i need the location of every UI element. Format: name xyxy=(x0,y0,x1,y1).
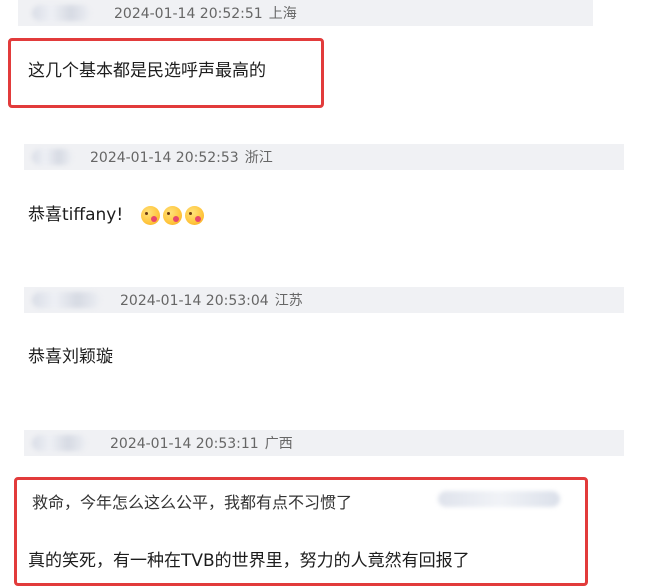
comment-timestamp: 2024-01-14 20:52:53 xyxy=(90,150,239,166)
kiss-face-icon xyxy=(184,205,204,225)
comment-header: 2024-01-14 20:53:11 广西 xyxy=(24,430,624,456)
kiss-face-icon xyxy=(162,205,182,225)
comment-text-content: 恭喜tiffany! xyxy=(28,205,124,225)
kiss-face-icon xyxy=(140,205,160,225)
user-name-blurred xyxy=(438,491,560,507)
comment-text: 这几个基本都是民选呼声最高的 xyxy=(28,61,266,81)
comment-header: 2024-01-14 20:52:53 浙江 xyxy=(24,144,624,170)
comment-location: 浙江 xyxy=(244,150,273,166)
comment-location: 江苏 xyxy=(274,293,303,309)
user-name-blurred[interactable] xyxy=(32,292,100,308)
comment-text: 恭喜tiffany! xyxy=(28,200,204,225)
comment-header: 2024-01-14 20:53:04 江苏 xyxy=(24,287,624,313)
user-name-blurred[interactable] xyxy=(32,149,72,165)
comment-timestamp: 2024-01-14 20:52:51 xyxy=(114,6,263,22)
comment-meta: 2024-01-14 20:52:51 上海 xyxy=(114,3,297,23)
comment-timestamp: 2024-01-14 20:53:04 xyxy=(120,293,269,309)
comment-location: 上海 xyxy=(268,6,297,22)
comment-text: 真的笑死，有一种在TVB的世界里，努力的人竟然有回报了 xyxy=(28,551,470,571)
comment-meta: 2024-01-14 20:53:04 江苏 xyxy=(120,290,303,310)
comment-timestamp: 2024-01-14 20:53:11 xyxy=(110,436,259,452)
user-name-blurred[interactable] xyxy=(32,435,86,451)
user-name-blurred[interactable] xyxy=(32,5,90,21)
comment-header: 2024-01-14 20:52:51 上海 xyxy=(18,0,593,26)
comment-location: 广西 xyxy=(264,436,293,452)
comment-text: 恭喜刘颖璇 xyxy=(28,347,113,367)
quoted-comment: 救命，今年怎么这么公平，我都有点不习惯了 xyxy=(32,493,353,512)
comment-meta: 2024-01-14 20:52:53 浙江 xyxy=(90,147,273,167)
comment-meta: 2024-01-14 20:53:11 广西 xyxy=(110,433,293,453)
